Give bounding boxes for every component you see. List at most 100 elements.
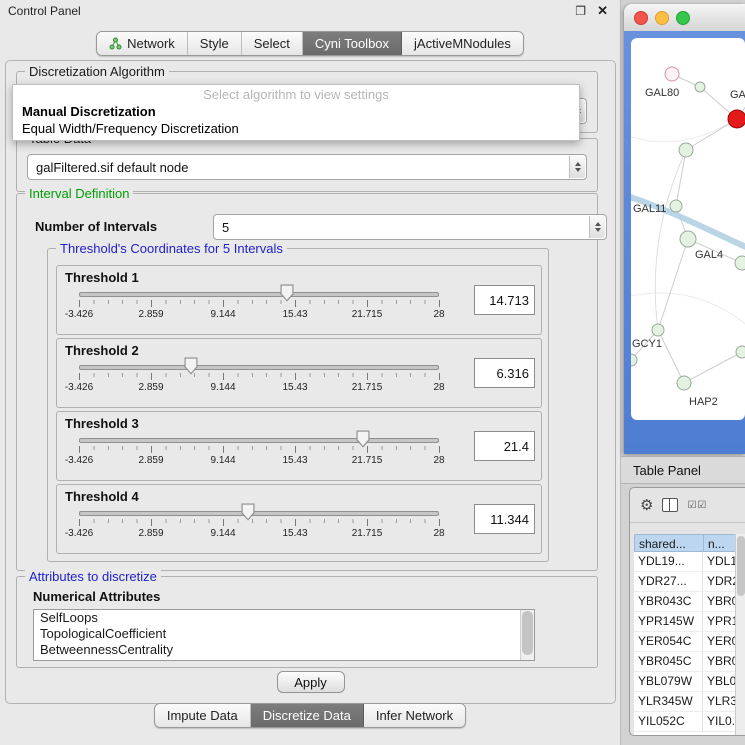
checkbox-icons[interactable]: ☑☑: [687, 500, 707, 511]
tab-network[interactable]: Network: [97, 32, 188, 55]
slider-thumb[interactable]: [241, 503, 256, 521]
tab-label: Impute Data: [167, 708, 238, 723]
thresholds-group: Threshold's Coordinates for 5 Intervals …: [47, 248, 549, 562]
table-data-select[interactable]: galFiltered.sif default node: [27, 154, 587, 180]
table-panel-title: Table Panel: [633, 463, 701, 478]
list-item[interactable]: BetweennessCentrality: [34, 642, 534, 658]
gear-icon[interactable]: ⚙: [640, 496, 653, 514]
table-scrollbar[interactable]: [735, 534, 745, 735]
tab-label: jActiveMNodules: [414, 36, 511, 51]
apply-button[interactable]: Apply: [277, 671, 345, 693]
tab-style[interactable]: Style: [188, 32, 242, 55]
node-label: GAL80: [645, 87, 679, 99]
list-item[interactable]: SelfLoops: [34, 610, 534, 626]
threshold-value[interactable]: 11.344: [474, 504, 535, 534]
node-label: GA: [730, 89, 745, 101]
popup-option-manual[interactable]: Manual Discretization: [13, 103, 579, 120]
table-row[interactable]: YPR145WYPR1...: [634, 612, 736, 632]
table-row[interactable]: YDL19...YDL1...: [634, 552, 736, 572]
table-row[interactable]: YBL079WYBL0...: [634, 672, 736, 692]
tab-infer-network[interactable]: Infer Network: [364, 704, 465, 727]
table-body: YDL19...YDL1...YDR27...YDR2...YBR043CYBR…: [634, 552, 736, 732]
threshold-value[interactable]: 6.316: [474, 358, 535, 388]
node-table: shared... n... YDL19...YDL1...YDR27...YD…: [634, 534, 736, 735]
node-label: GCY1: [632, 338, 662, 350]
window-title: Control Panel: [8, 4, 81, 18]
group-title: Threshold's Coordinates for 5 Intervals: [56, 241, 287, 256]
table-row[interactable]: YDR27...YDR2...: [634, 572, 736, 592]
tab-select[interactable]: Select: [242, 32, 303, 55]
threshold-slider[interactable]: -3.4262.8599.14415.4321.71528: [79, 503, 439, 549]
tab-impute-data[interactable]: Impute Data: [155, 704, 251, 727]
close-button[interactable]: [634, 11, 648, 25]
popup-option-equal-width[interactable]: Equal Width/Frequency Discretization: [13, 120, 579, 137]
attributes-group: Attributes to discretize Numerical Attri…: [16, 576, 598, 668]
table-row[interactable]: YLR345WYLR3...: [634, 692, 736, 712]
slider-scale: -3.4262.8599.14415.4321.71528: [79, 430, 439, 476]
num-intervals-label: Number of Intervals: [35, 219, 157, 234]
tab-label: Discretize Data: [263, 708, 351, 723]
minimize-button[interactable]: [655, 11, 669, 25]
tab-jactivemnodules[interactable]: jActiveMNodules: [402, 32, 523, 55]
combo-value: galFiltered.sif default node: [36, 160, 188, 175]
table-row[interactable]: YIL052CYIL0...: [634, 712, 736, 732]
numerical-attributes-label: Numerical Attributes: [33, 589, 160, 604]
threshold-slider[interactable]: -3.4262.8599.14415.4321.71528: [79, 357, 439, 403]
table-row[interactable]: YER054CYER0...: [634, 632, 736, 652]
cyni-panel: Discretization Algorithm Table Data galF…: [5, 60, 616, 704]
threshold-value[interactable]: 21.4: [474, 431, 535, 461]
column-header[interactable]: n...: [703, 534, 736, 552]
network-canvas[interactable]: GAL80 GA GAL11 GAL4 GCY1 HAP2: [631, 38, 745, 420]
threshold-slider[interactable]: -3.4262.8599.14415.4321.71528: [79, 284, 439, 330]
tab-label: Style: [200, 36, 229, 51]
slider-scale: -3.4262.8599.14415.4321.71528: [79, 503, 439, 549]
network-icon: [109, 37, 122, 50]
numerical-attributes-list[interactable]: SelfLoopsTopologicalCoefficientBetweenne…: [33, 609, 535, 661]
tab-cyni-toolbox[interactable]: Cyni Toolbox: [303, 32, 402, 55]
interval-definition-group: Interval Definition Number of Intervals …: [16, 193, 598, 571]
table-data-group: Table Data galFiltered.sif default node: [16, 138, 598, 192]
table-panel-header: Table Panel: [621, 456, 745, 484]
control-panel-window: Control Panel ❐ ✕ Network Style Select: [0, 0, 621, 745]
list-item[interactable]: TopologicalCoefficient: [34, 626, 534, 642]
column-header[interactable]: shared...: [634, 534, 703, 552]
threshold-slider[interactable]: -3.4262.8599.14415.4321.71528: [79, 430, 439, 476]
selected-node: [728, 110, 745, 128]
group-title: Attributes to discretize: [25, 569, 161, 584]
combo-value: 5: [222, 220, 229, 235]
popup-hint: Select algorithm to view settings: [13, 87, 579, 103]
slider-scale: -3.4262.8599.14415.4321.71528: [79, 284, 439, 330]
node-label: GAL4: [695, 249, 723, 261]
table-header-row: shared... n...: [634, 534, 736, 552]
num-intervals-select[interactable]: 5: [213, 214, 607, 240]
node-label: HAP2: [689, 396, 718, 408]
float-window-icon[interactable]: ❐: [575, 4, 586, 18]
zoom-button[interactable]: [676, 11, 690, 25]
threshold-panel: Threshold 2 -3.4262.8599.14415.4321.7152…: [56, 338, 542, 408]
table-browser-window: ⚙ ☑☑ shared... n... YDL19...YDL1...YDR27…: [629, 487, 745, 736]
stepper-icon: [569, 156, 585, 178]
titlebar: Control Panel ❐ ✕: [0, 0, 620, 24]
slider-thumb[interactable]: [279, 284, 294, 302]
threshold-panel: Threshold 3 -3.4262.8599.14415.4321.7152…: [56, 411, 542, 481]
network-canvas-frame: GAL80 GA GAL11 GAL4 GCY1 HAP2: [624, 31, 745, 454]
slider-thumb[interactable]: [356, 430, 371, 448]
table-row[interactable]: YBR045CYBR0...: [634, 652, 736, 672]
top-tabstrip: Network Style Select Cyni Toolbox jActiv…: [0, 31, 620, 56]
threshold-label: Threshold 2: [65, 343, 139, 358]
close-icon[interactable]: ✕: [597, 3, 608, 19]
list-scrollbar[interactable]: [520, 610, 534, 660]
tab-label: Select: [254, 36, 290, 51]
group-title: Discretization Algorithm: [25, 64, 169, 79]
node-label: GAL11: [633, 203, 666, 215]
network-graph: GAL80 GA GAL11 GAL4 GCY1 HAP2: [631, 38, 745, 420]
tab-discretize-data[interactable]: Discretize Data: [251, 704, 364, 727]
table-row[interactable]: YBR043CYBR0...: [634, 592, 736, 612]
slider-thumb[interactable]: [183, 357, 198, 375]
algorithm-dropdown-popup: Select algorithm to view settings Manual…: [12, 84, 580, 141]
stepper-icon: [589, 216, 605, 238]
tab-label: Infer Network: [376, 708, 453, 723]
columns-icon[interactable]: [662, 498, 678, 512]
threshold-value[interactable]: 14.713: [474, 285, 535, 315]
network-view-window: GAL80 GA GAL11 GAL4 GCY1 HAP2: [624, 4, 745, 454]
